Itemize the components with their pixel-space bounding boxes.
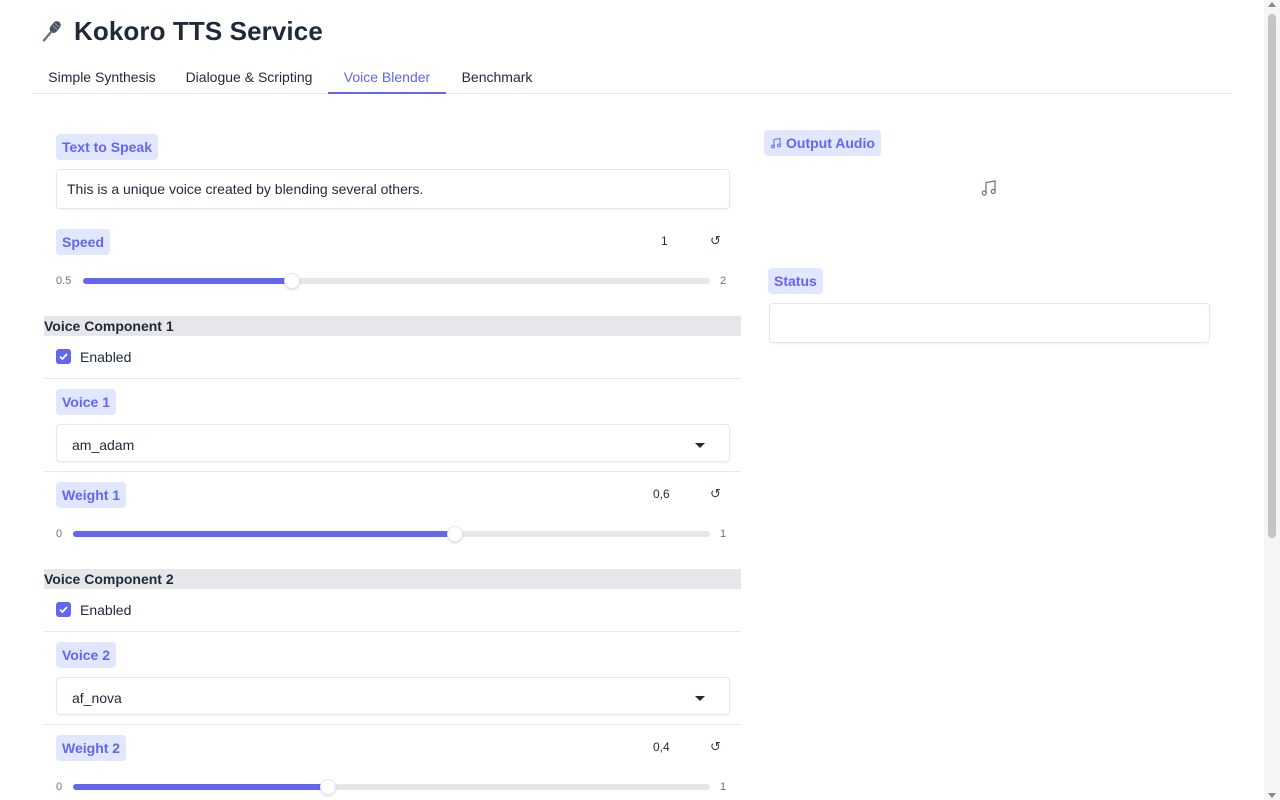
- weight-2-reset-icon[interactable]: ↺: [710, 739, 721, 755]
- speed-slider[interactable]: [83, 273, 710, 289]
- speed-max: 2: [720, 275, 727, 287]
- voice-component-2-enabled-label: Enabled: [80, 602, 132, 618]
- scroll-up-arrow-icon[interactable]: [1268, 2, 1276, 7]
- weight-2-slider-thumb[interactable]: [319, 779, 336, 795]
- text-speed-panel: Text to Speak This is a unique voice cre…: [44, 125, 740, 301]
- output-audio-label-text: Output Audio: [786, 135, 875, 151]
- scrollbar-thumb[interactable]: [1268, 14, 1276, 538]
- weight-1-slider-thumb[interactable]: [447, 526, 464, 542]
- voice-2-select[interactable]: af_nova: [56, 677, 730, 715]
- weight-1-value[interactable]: 0,6: [653, 487, 670, 501]
- speed-min: 0.5: [56, 275, 72, 287]
- weight-1-slider[interactable]: [73, 526, 710, 542]
- voice-2-value: af_nova: [72, 690, 122, 706]
- text-to-speak-label: Text to Speak: [56, 134, 158, 160]
- weight-2-value[interactable]: 0,4: [653, 740, 670, 754]
- text-to-speak-value: This is a unique voice created by blendi…: [67, 181, 424, 197]
- voice-component-1-enabled-row: Enabled: [44, 337, 741, 379]
- tab-dialogue-scripting[interactable]: Dialogue & Scripting: [172, 60, 326, 94]
- weight-2-max: 1: [720, 781, 727, 793]
- status-panel: Status: [758, 258, 1220, 350]
- tab-benchmark[interactable]: Benchmark: [446, 60, 548, 94]
- text-to-speak-input[interactable]: This is a unique voice created by blendi…: [56, 169, 730, 209]
- voice-component-2-enabled-checkbox[interactable]: [56, 602, 71, 617]
- voice-component-1-enabled-checkbox[interactable]: [56, 349, 71, 364]
- weight-2-row: Weight 2 0,4 ↺ 0 1: [44, 725, 741, 800]
- speed-label: Speed: [56, 229, 111, 255]
- voice-1-value: am_adam: [72, 437, 135, 453]
- tab-voice-blender[interactable]: Voice Blender: [328, 60, 446, 94]
- speed-reset-icon[interactable]: ↺: [710, 233, 721, 249]
- tab-simple-synthesis[interactable]: Simple Synthesis: [32, 60, 172, 94]
- voice-1-label: Voice 1: [56, 389, 116, 415]
- output-audio-panel: Output Audio: [758, 125, 1220, 240]
- speed-value[interactable]: 1: [661, 234, 668, 248]
- chevron-down-icon: [695, 696, 705, 701]
- weight-1-slider-fill: [73, 531, 456, 537]
- weight-2-min: 0: [56, 781, 63, 793]
- voice-component-1-header: Voice Component 1: [44, 316, 741, 336]
- weight-2-slider-fill: [73, 784, 328, 790]
- chevron-down-icon: [695, 443, 705, 448]
- weight-2-slider[interactable]: [73, 779, 710, 795]
- speed-slider-thumb[interactable]: [283, 273, 300, 289]
- scroll-down-arrow-icon[interactable]: [1268, 793, 1276, 798]
- weight-1-row: Weight 1 0,6 ↺ 0 1: [44, 472, 741, 553]
- weight-1-label: Weight 1: [56, 482, 127, 508]
- voice-component-2-enabled-row: Enabled: [44, 590, 741, 632]
- weight-1-reset-icon[interactable]: ↺: [710, 486, 721, 502]
- voice-1-select[interactable]: am_adam: [56, 424, 730, 462]
- weight-1-max: 1: [720, 528, 727, 540]
- page-scrollbar[interactable]: [1264, 0, 1280, 800]
- speed-slider-fill: [83, 278, 292, 284]
- music-note-icon: [981, 180, 996, 196]
- voice-2-label: Voice 2: [56, 642, 116, 668]
- app-root: Kokoro TTS Service Simple Synthesis Dial…: [32, 0, 1232, 800]
- output-audio-label: Output Audio: [764, 130, 881, 156]
- microphone-icon: [42, 20, 61, 42]
- voice-component-1-enabled-label: Enabled: [80, 349, 132, 365]
- weight-2-label: Weight 2: [56, 735, 127, 761]
- status-output: [769, 303, 1210, 343]
- voice-component-2-header: Voice Component 2: [44, 569, 741, 589]
- voice-2-row: Voice 2 af_nova: [44, 632, 741, 725]
- status-label: Status: [768, 268, 823, 294]
- voice-1-row: Voice 1 am_adam: [44, 379, 741, 472]
- music-note-icon: [771, 137, 781, 149]
- tab-bar: Simple Synthesis Dialogue & Scripting Vo…: [32, 60, 1232, 94]
- weight-1-min: 0: [56, 528, 63, 540]
- page-title: Kokoro TTS Service: [74, 16, 323, 46]
- app-title: Kokoro TTS Service: [36, 16, 323, 47]
